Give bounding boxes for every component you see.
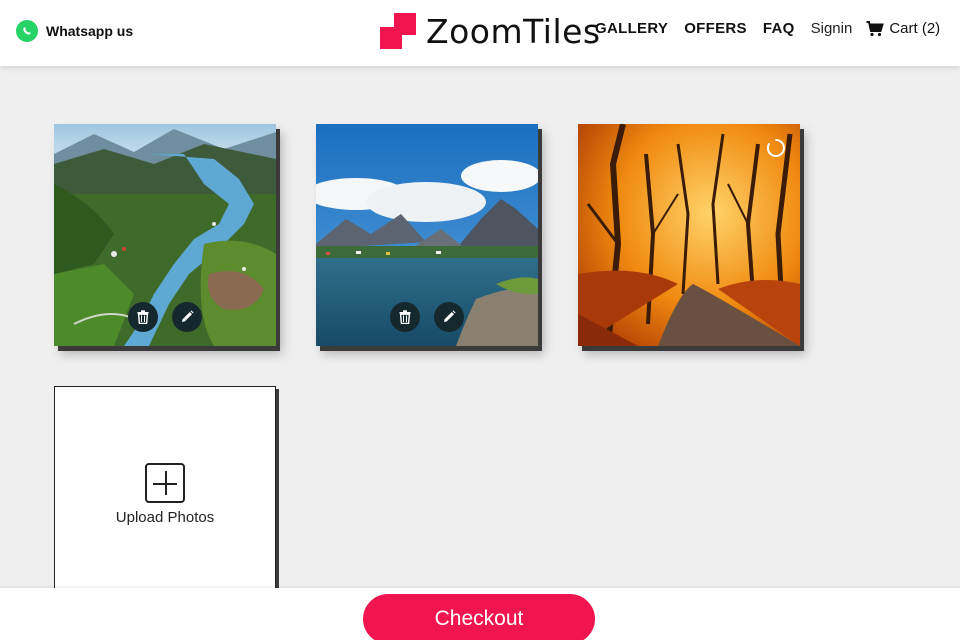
cart-icon: [866, 20, 885, 36]
trash-icon: [137, 310, 149, 324]
nav-offers[interactable]: OFFERS: [684, 20, 747, 37]
edit-pencil-icon: [182, 310, 194, 322]
upload-photos-label: Upload Photos: [115, 509, 215, 526]
nav-gallery[interactable]: GALLERY: [595, 20, 668, 37]
delete-photo-button[interactable]: [390, 302, 420, 332]
photo-tile[interactable]: [578, 124, 800, 346]
upload-photos-button[interactable]: Upload Photos: [54, 386, 276, 608]
logo-text: ZoomTiles: [426, 12, 601, 51]
whatsapp-link[interactable]: Whatsapp us: [16, 20, 133, 42]
edit-pencil-icon: [444, 310, 456, 322]
photo-tile[interactable]: [316, 124, 538, 346]
cart-label: Cart (2): [889, 20, 941, 37]
edit-photo-button[interactable]: [434, 302, 464, 332]
photo-tile[interactable]: [54, 124, 276, 346]
signin-link[interactable]: Signin: [811, 20, 853, 37]
logo-mark-icon: [380, 12, 418, 51]
whatsapp-icon: [16, 20, 38, 42]
trash-icon: [399, 310, 411, 324]
nav-faq[interactable]: FAQ: [763, 20, 795, 37]
main-nav: GALLERY OFFERS FAQ Signin Cart (2): [595, 20, 940, 37]
plus-square-icon: [145, 463, 185, 503]
checkout-button[interactable]: Checkout: [363, 594, 595, 640]
checkout-bar: Checkout: [0, 588, 960, 640]
zoomtiles-logo[interactable]: ZoomTiles: [380, 12, 601, 51]
whatsapp-label: Whatsapp us: [46, 23, 134, 39]
cart-link[interactable]: Cart (2): [866, 20, 940, 37]
site-header: Whatsapp us ZoomTiles GALLERY OFFERS FAQ…: [0, 0, 960, 66]
delete-photo-button[interactable]: [128, 302, 158, 332]
loading-spinner-icon: [766, 139, 785, 157]
edit-photo-button[interactable]: [172, 302, 202, 332]
